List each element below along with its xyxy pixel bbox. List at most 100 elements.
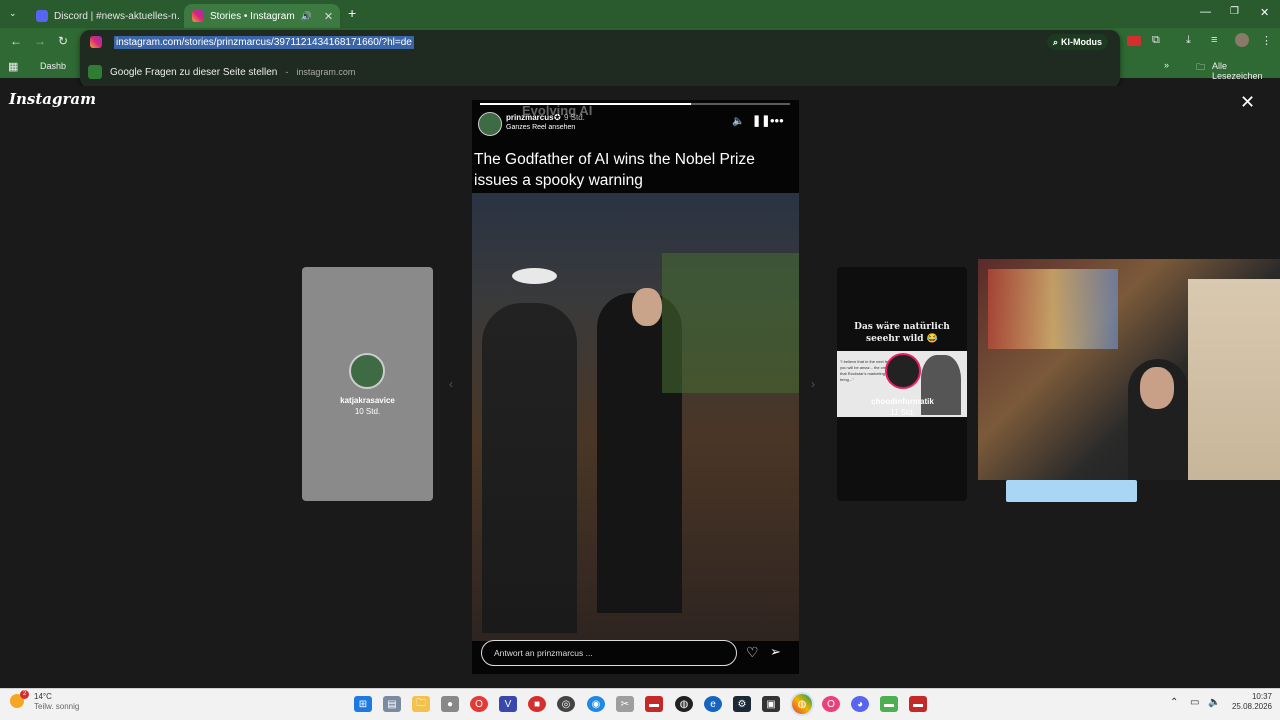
next-story-icon[interactable]: › xyxy=(811,377,815,391)
circle-app-icon[interactable]: ◎ xyxy=(557,696,575,712)
apps-grid-icon[interactable]: ▦ xyxy=(8,60,18,73)
volume-icon[interactable]: 🔈 xyxy=(1208,697,1220,708)
notification-badge: 2 xyxy=(20,690,29,699)
instagram-logo[interactable]: Instagram xyxy=(9,90,96,108)
search-icon: ⌕ xyxy=(1053,36,1059,47)
omnibox-suggestion[interactable]: Google Fragen zu dieser Seite stellen - … xyxy=(88,62,1112,82)
opera-icon[interactable]: O xyxy=(470,696,488,712)
blue-app-icon[interactable]: ◉ xyxy=(587,696,605,712)
obs-icon[interactable]: ◍ xyxy=(675,696,693,712)
media-control-icon[interactable]: ≡ xyxy=(1211,34,1217,46)
extensions-puzzle-icon[interactable]: ⧉ xyxy=(1152,34,1160,47)
close-stories-icon[interactable]: ✕ xyxy=(1240,92,1255,113)
person-left-figure xyxy=(482,303,577,633)
v-app-icon[interactable]: V xyxy=(499,696,517,712)
pause-icon[interactable]: ❚❚ xyxy=(752,114,770,127)
address-bar[interactable]: instagram.com/stories/prinzmarcus/397112… xyxy=(80,30,1120,88)
tab-search-icon[interactable]: ⌄ xyxy=(9,8,17,19)
system-clock[interactable]: 10:37 25.08.2026 xyxy=(1228,692,1272,712)
story-video-frame xyxy=(472,193,799,641)
tab-instagram[interactable]: Stories • Instagram 🔊 ✕ xyxy=(184,4,340,28)
menu-icon[interactable]: ⋮ xyxy=(1261,34,1272,47)
speaker-icon[interactable]: 🔊 xyxy=(301,11,312,22)
story-viewer: Evolving AI prinzmarcus ✪ 9 Std. Ganzes … xyxy=(472,100,799,674)
tab-discord[interactable]: Discord | #news-aktuelles-n… ✕ xyxy=(28,4,180,28)
flowers-figure xyxy=(662,253,799,393)
discord-favicon-icon xyxy=(36,10,48,22)
browser-tab-strip: ⌄ Discord | #news-aktuelles-n… ✕ Stories… xyxy=(0,0,1280,28)
student-cap-figure xyxy=(512,268,557,284)
story-username[interactable]: prinzmarcus xyxy=(506,113,554,122)
red-app2-icon[interactable]: ▬ xyxy=(909,696,927,712)
weather-widget[interactable]: 2 14°C Teilw. sonnig xyxy=(10,690,80,712)
minimize-icon[interactable]: — xyxy=(1200,6,1211,18)
mouse-app-icon[interactable]: ● xyxy=(441,696,459,712)
monitor-app-icon[interactable]: ▣ xyxy=(762,696,780,712)
story-preview-right[interactable]: Das wäre natürlich seeehr wild 😂 "I beli… xyxy=(837,267,967,501)
weather-desc: Teilw. sonnig xyxy=(34,702,80,711)
all-bookmarks[interactable]: Alle Lesezeichen xyxy=(1212,61,1280,81)
tab-label: Discord | #news-aktuelles-n… xyxy=(54,10,180,22)
reply-input[interactable]: Antwort an prinzmarcus ... xyxy=(481,640,737,666)
story-time: 10 Std. xyxy=(354,407,381,416)
previous-story-icon[interactable]: ‹ xyxy=(449,377,453,391)
send-icon[interactable]: ➢ xyxy=(770,644,781,660)
edge-icon[interactable]: e xyxy=(704,696,722,712)
reload-icon[interactable]: ↻ xyxy=(58,34,68,48)
overlay-bar xyxy=(1006,480,1137,502)
chrome-icon[interactable]: ◍ xyxy=(792,694,812,714)
ki-mode-button[interactable]: ⌕ KI-Modus xyxy=(1047,34,1109,50)
story-username: choodinformatik xyxy=(871,397,934,406)
download-icon[interactable]: ⤓ xyxy=(1186,34,1191,47)
discord-icon[interactable]: ◕ xyxy=(851,696,869,712)
back-icon[interactable]: ← xyxy=(10,34,22,48)
red-tool-icon[interactable]: ▬ xyxy=(645,696,663,712)
pink-app-icon[interactable]: O xyxy=(822,696,840,712)
webcam-overlay xyxy=(978,259,1280,480)
lens-icon xyxy=(88,65,102,79)
face-figure xyxy=(1140,367,1174,409)
instagram-site-icon xyxy=(90,36,102,48)
heart-icon[interactable]: ♡ xyxy=(746,644,759,661)
close-tab-icon[interactable]: ✕ xyxy=(324,10,333,23)
tray-expand-icon[interactable]: ⌃ xyxy=(1170,697,1178,708)
display-icon[interactable]: ▭ xyxy=(1190,697,1199,708)
suggestion-title: Google Fragen zu dieser Seite stellen xyxy=(110,66,278,78)
face-figure xyxy=(632,288,662,326)
reel-link[interactable]: Ganzes Reel ansehen xyxy=(506,124,575,131)
green-app-icon[interactable]: ▬ xyxy=(880,696,898,712)
windows-taskbar xyxy=(0,688,1280,720)
story-time: 11 Std. xyxy=(890,408,915,417)
steam-icon[interactable]: ⚙ xyxy=(733,696,751,712)
snip-icon[interactable]: ✂ xyxy=(616,696,634,712)
window-figure xyxy=(1188,279,1280,480)
forward-icon[interactable]: → xyxy=(34,34,46,48)
story-preview-left[interactable]: katjakrasavice 10 Std. xyxy=(302,267,433,501)
suggestion-separator: - xyxy=(285,67,289,77)
calculator-icon[interactable]: ▤ xyxy=(383,696,401,712)
more-bookmarks-icon[interactable]: » xyxy=(1164,60,1169,70)
restore-icon[interactable]: ❐ xyxy=(1230,6,1239,17)
mute-icon[interactable]: 🔈 xyxy=(732,116,744,127)
story-username: katjakrasavice xyxy=(340,396,395,405)
person-photo xyxy=(921,355,961,415)
file-explorer-icon[interactable]: 🗀 xyxy=(412,696,430,712)
close-window-icon[interactable]: ✕ xyxy=(1260,6,1269,19)
red-app-icon[interactable]: ■ xyxy=(528,696,546,712)
verified-icon: ✪ xyxy=(554,113,561,122)
start-icon[interactable]: ⊞ xyxy=(354,696,372,712)
story-headline: The Godfather of AI wins the Nobel Prize… xyxy=(474,151,755,189)
clock-date: 25.08.2026 xyxy=(1231,702,1272,711)
suggestion-domain: instagram.com xyxy=(296,67,356,77)
avatar[interactable] xyxy=(478,112,502,136)
profile-avatar[interactable] xyxy=(1235,33,1249,47)
bookmark-dashboard[interactable]: Dashb xyxy=(40,61,66,71)
story-caption: Das wäre natürlich seeehr wild 😂 xyxy=(854,322,950,344)
extension-icon[interactable] xyxy=(1127,36,1141,46)
folder-icon: 🗀 xyxy=(1196,62,1206,72)
url-text[interactable]: instagram.com/stories/prinzmarcus/397112… xyxy=(114,36,414,49)
poster-figure xyxy=(988,269,1118,349)
more-options-icon[interactable]: ••• xyxy=(770,113,784,128)
tab-label: Stories • Instagram xyxy=(210,10,295,22)
new-tab-button[interactable]: + xyxy=(348,5,356,21)
